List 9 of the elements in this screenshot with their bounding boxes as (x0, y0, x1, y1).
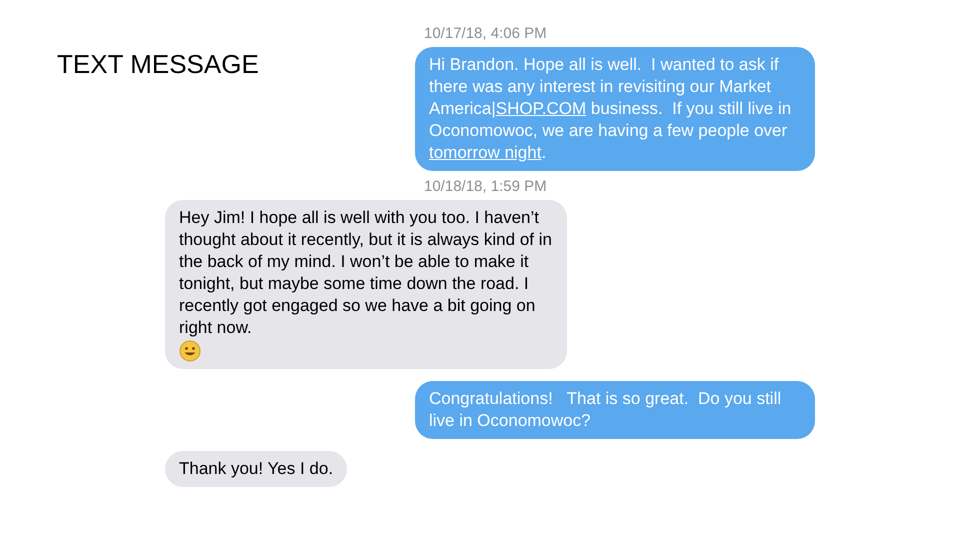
message-text: Hi Brandon. Hope all is well. I wanted to ask if there was any interest in revisiting our Market America|SHOP.COM business. If you still live in Oconomowoc, we are having a few people over tomorrow night. (429, 54, 792, 164)
message-link[interactable]: SHOP.COM (496, 99, 586, 118)
slide-title: TEXT MESSAGE (56, 48, 260, 80)
message-timestamp: 10/17/18, 4:06 PM (423, 24, 548, 44)
message-timestamp: 10/18/18, 1:59 PM (423, 177, 548, 197)
message-text: Congratulations! That is so great. Do you still live in Oconomowoc? (429, 388, 782, 432)
message-text: Thank you! Yes I do. (179, 458, 334, 480)
message-text: Hey Jim! I hope all is well with you too. I haven’t thought about it recently, but it is always kind of in the back of my mind. I won’t be able to make it tonight, but maybe some time down the road. I recently got engaged so we have a bit going on right now. (179, 207, 553, 339)
message-link[interactable]: tomorrow night (429, 143, 542, 162)
